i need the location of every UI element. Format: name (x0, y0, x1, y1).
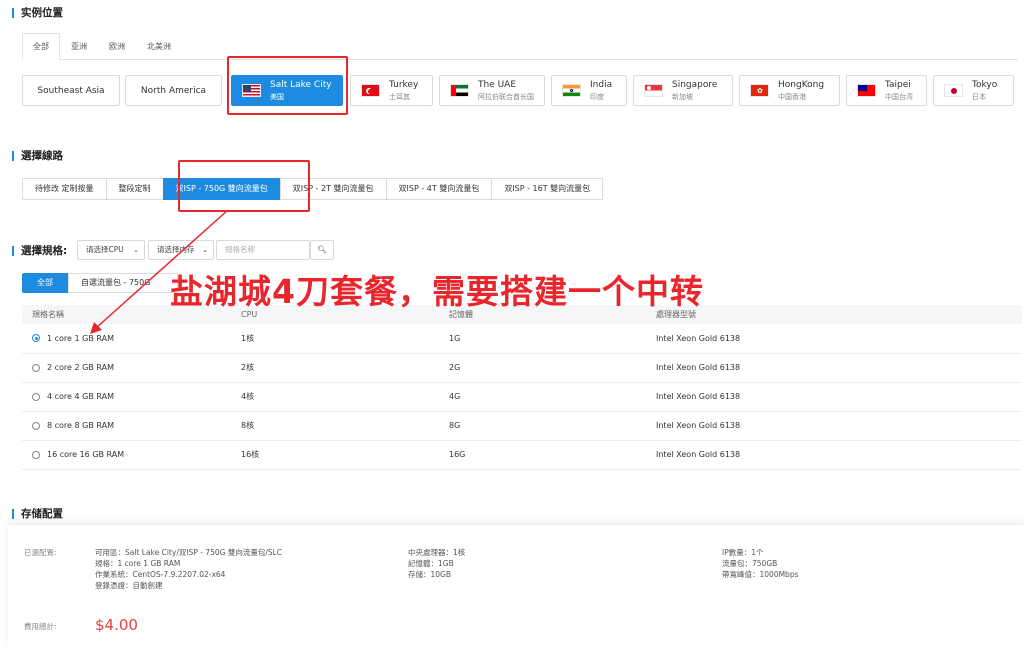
summary-col1: 可用區：Salt Lake City/双ISP - 750G 雙向流量包/SLC… (95, 547, 282, 591)
section-bar (12, 508, 14, 519)
summary-credential: 登錄憑證：自動創建 (95, 581, 163, 590)
summary-traffic: 流量包：750GB (722, 559, 778, 568)
storage-title: 存储配置 (21, 508, 63, 520)
price-label: 費用總計: (24, 622, 57, 631)
summary-zone: 可用區：Salt Lake City/双ISP - 750G 雙向流量包/SLC (95, 548, 283, 557)
summary-col3: IP數量：1个 流量包：750GB 帶寬峰值：1000Mbps (722, 547, 799, 580)
summary-label: 已選配置: (24, 548, 57, 557)
storage-section-title: 存储配置 (12, 506, 63, 521)
summary-ip-count: IP數量：1个 (722, 548, 764, 557)
summary-memory: 記憶體：1GB (408, 559, 454, 568)
price-value: $4.00 (95, 616, 138, 634)
annotation-text: 盐湖城4刀套餐，需要搭建一个中转 (170, 272, 704, 311)
summary-storage: 存儲：10GB (408, 570, 452, 579)
summary-os: 作業系統：CentOS-7.9.2207.02-x64 (95, 570, 226, 579)
summary-spec: 規格：1 core 1 GB RAM (95, 559, 181, 568)
summary-col2: 中央處理器：1核 記憶體：1GB 存儲：10GB (408, 547, 465, 580)
summary-cpu: 中央處理器：1核 (408, 548, 466, 557)
summary-bandwidth: 帶寬峰值：1000Mbps (722, 570, 799, 579)
